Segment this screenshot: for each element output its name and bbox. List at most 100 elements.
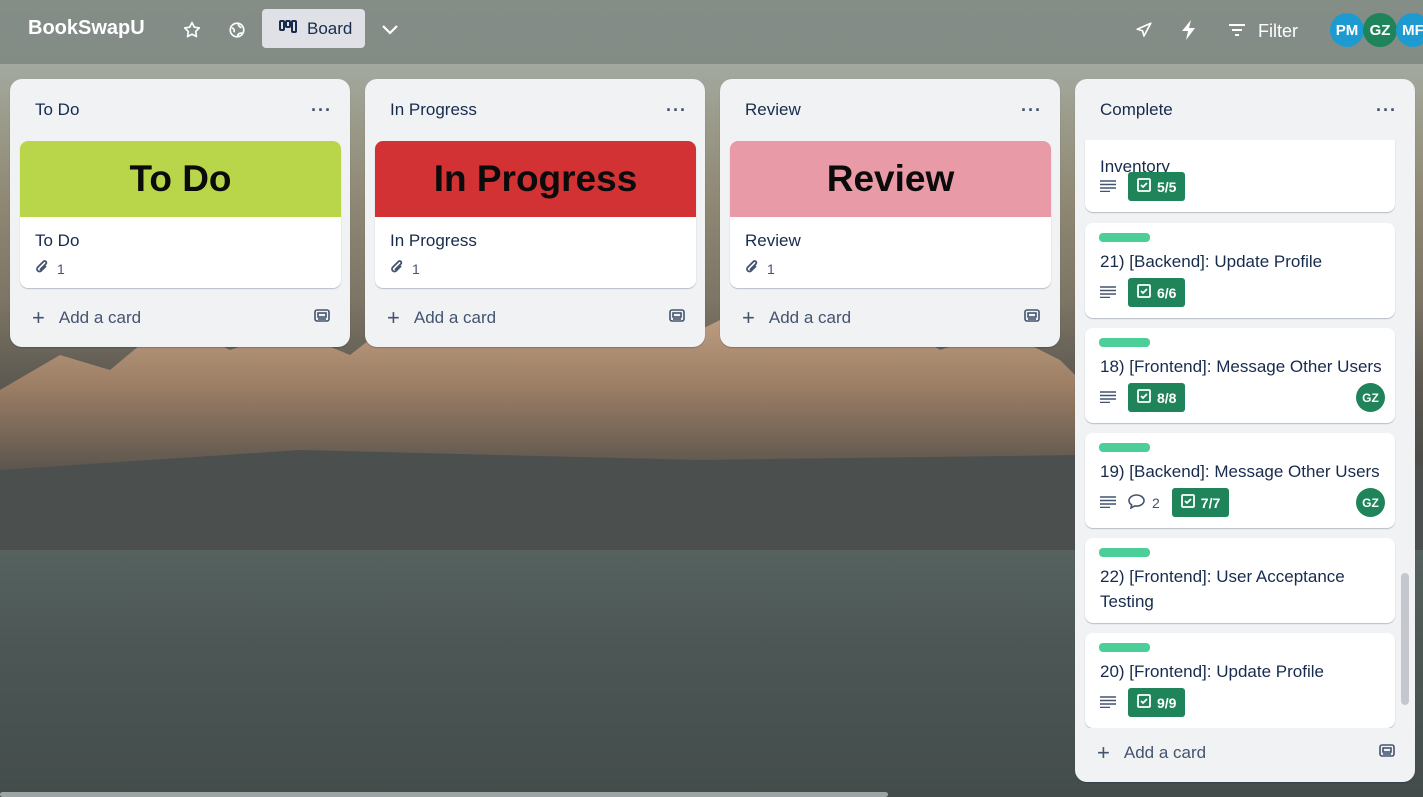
label-green[interactable] — [1099, 548, 1150, 557]
card[interactable]: 22) [Frontend]: User Acceptance Testing — [1085, 538, 1395, 623]
power-ups-icon[interactable] — [1132, 18, 1156, 42]
add-card-button[interactable]: + Add a card — [720, 288, 1060, 347]
plus-icon: + — [1097, 739, 1110, 765]
card-member-avatar[interactable]: GZ — [1356, 488, 1385, 517]
checkbox-icon — [1137, 694, 1151, 711]
list-title[interactable]: Complete — [1100, 100, 1173, 120]
label-green[interactable] — [1099, 643, 1150, 652]
paperclip-icon — [35, 259, 49, 278]
avatar-initials: PM — [1335, 21, 1359, 39]
star-icon[interactable] — [180, 18, 204, 42]
description-icon — [1100, 390, 1116, 406]
member-avatar-gz[interactable]: GZ — [1363, 13, 1397, 47]
card[interactable]: 19) [Backend]: Message Other Users 2 7/7… — [1085, 433, 1395, 528]
card[interactable]: In Progress In Progress 1 — [375, 141, 696, 288]
template-icon[interactable] — [314, 308, 330, 328]
checklist-count: 9/9 — [1157, 694, 1177, 711]
card-title: To Do — [35, 231, 80, 250]
description-icon — [1100, 495, 1116, 511]
list-menu-icon[interactable]: ··· — [311, 100, 332, 121]
card-title: Review — [745, 231, 801, 250]
card-title: In Progress — [390, 231, 477, 250]
add-card-label: Add a card — [58, 307, 142, 327]
list-in-progress: In Progress ··· In Progress In Progress … — [365, 79, 705, 347]
comment-count: 2 — [1152, 494, 1160, 511]
template-icon[interactable] — [1379, 743, 1395, 763]
list-menu-icon[interactable]: ··· — [666, 100, 687, 121]
checklist-count: 6/6 — [1157, 284, 1177, 301]
checklist-badge: 8/8 — [1128, 383, 1186, 412]
board-header: BookSwapU Board Filter PM GZ MF — [0, 0, 1423, 64]
add-card-button[interactable]: + Add a card — [1075, 723, 1415, 782]
list-complete: Complete ··· Inventory 5/5 21) [Backend]… — [1075, 79, 1415, 782]
label-green[interactable] — [1099, 338, 1150, 347]
list-title[interactable]: To Do — [35, 100, 79, 120]
list-review: Review ··· Review Review 1 + Add a card — [720, 79, 1060, 347]
checklist-count: 8/8 — [1157, 389, 1177, 406]
attachment-count: 1 — [767, 260, 775, 277]
card-title: 22) [Frontend]: User Acceptance Testing — [1100, 567, 1345, 611]
add-card-label: Add a card — [413, 307, 497, 327]
board-horizontal-scrollbar[interactable] — [0, 792, 888, 797]
board-view-icon — [279, 19, 297, 39]
list-scrollbar[interactable] — [1401, 140, 1409, 728]
list-menu-icon[interactable]: ··· — [1376, 100, 1397, 121]
checkbox-icon — [1180, 494, 1195, 511]
paperclip-icon — [390, 259, 404, 278]
attachment-count: 1 — [412, 260, 420, 277]
checkbox-icon — [1137, 178, 1151, 195]
board-name[interactable]: BookSwapU — [28, 17, 145, 40]
checklist-count: 5/5 — [1157, 178, 1177, 195]
card[interactable]: Inventory 5/5 — [1085, 140, 1395, 212]
card[interactable]: Review Review 1 — [730, 141, 1051, 288]
avatar-initials: GZ — [1369, 21, 1391, 39]
card-title: 18) [Frontend]: Message Other Users — [1100, 357, 1382, 376]
checkbox-icon — [1137, 284, 1151, 301]
attachment-count: 1 — [57, 260, 65, 277]
add-card-label: Add a card — [768, 307, 852, 327]
list-title[interactable]: Review — [745, 100, 801, 120]
avatar-initials: MF — [1402, 21, 1423, 39]
card[interactable]: 20) [Frontend]: Update Profile 9/9 — [1085, 633, 1395, 728]
card[interactable]: To Do To Do 1 — [20, 141, 341, 288]
label-green[interactable] — [1099, 233, 1150, 242]
board-view-label: Board — [307, 18, 353, 38]
list-scrollbar-thumb[interactable] — [1401, 573, 1409, 705]
card-member-avatar[interactable]: GZ — [1356, 383, 1385, 412]
list-menu-icon[interactable]: ··· — [1021, 100, 1042, 121]
filter-label: Filter — [1258, 20, 1298, 41]
description-icon — [1100, 695, 1116, 711]
chevron-down-icon[interactable] — [378, 18, 402, 42]
member-avatar-mf[interactable]: MF — [1396, 13, 1423, 47]
template-icon[interactable] — [1024, 308, 1040, 328]
list-title[interactable]: In Progress — [390, 100, 477, 120]
paperclip-icon — [745, 259, 759, 278]
label-green[interactable] — [1099, 443, 1150, 452]
checkbox-icon — [1137, 389, 1151, 406]
add-card-button[interactable]: + Add a card — [365, 288, 705, 347]
card-cover: Review — [730, 141, 1051, 217]
checklist-count: 7/7 — [1200, 494, 1221, 511]
list-to-do: To Do ··· To Do To Do 1 + Add a card — [10, 79, 350, 347]
filter-button[interactable]: Filter — [1228, 14, 1298, 48]
card[interactable]: 21) [Backend]: Update Profile 6/6 — [1085, 223, 1395, 318]
plus-icon: + — [387, 304, 400, 330]
description-icon — [1100, 179, 1116, 195]
card[interactable]: 18) [Frontend]: Message Other Users 8/8 … — [1085, 328, 1395, 423]
plus-icon: + — [32, 304, 45, 330]
card-cover: To Do — [20, 141, 341, 217]
add-card-button[interactable]: + Add a card — [10, 288, 350, 347]
comments-badge: 2 — [1128, 493, 1160, 512]
checklist-badge: 6/6 — [1128, 278, 1186, 307]
board-view-button[interactable]: Board — [262, 9, 365, 48]
member-avatar-pm[interactable]: PM — [1330, 13, 1364, 47]
add-card-label: Add a card — [1123, 742, 1207, 762]
automation-icon[interactable] — [1177, 18, 1201, 42]
complete-cards-scroll[interactable]: Inventory 5/5 21) [Backend]: Update Prof… — [1075, 140, 1415, 728]
checklist-badge: 7/7 — [1171, 488, 1230, 517]
template-icon[interactable] — [669, 308, 685, 328]
filter-icon — [1228, 21, 1246, 42]
card-cover: In Progress — [375, 141, 696, 217]
comment-icon — [1128, 493, 1145, 512]
globe-icon[interactable] — [225, 18, 249, 42]
